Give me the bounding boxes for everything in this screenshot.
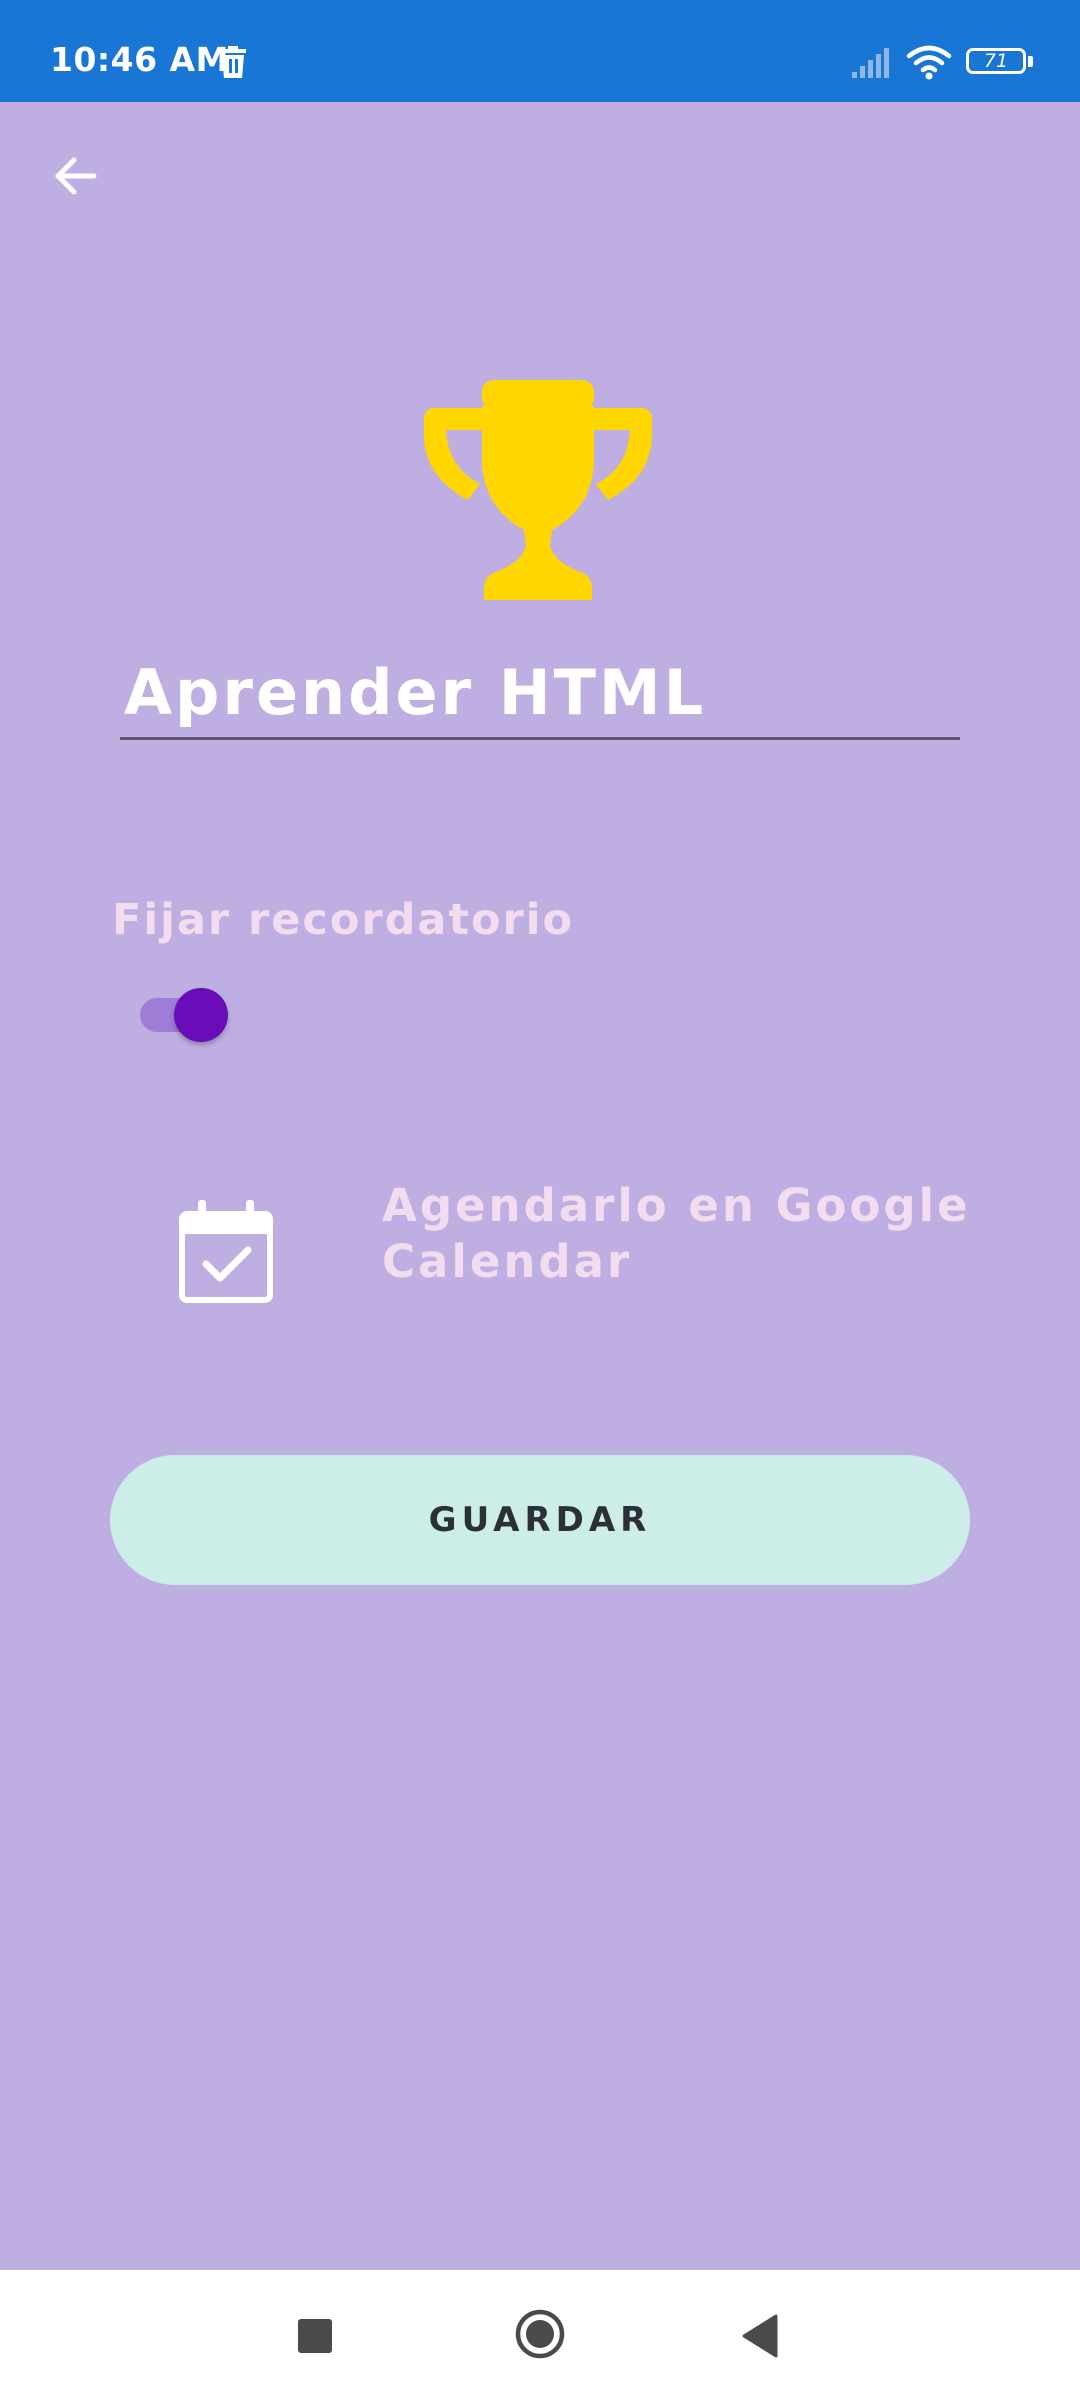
wifi-icon (906, 45, 952, 80)
status-time: 10:46 AM (50, 40, 229, 79)
trash-icon (220, 46, 246, 78)
navigation-bar (0, 2270, 1080, 2400)
back-icon[interactable] (740, 2314, 780, 2358)
google-calendar-link[interactable]: Agendarlo en Google Calendar (382, 1178, 982, 1290)
calendar-check-icon[interactable] (178, 1200, 274, 1304)
reminder-label: Fijar recordatorio (112, 895, 575, 945)
battery-tip (1028, 56, 1033, 67)
trophy-icon (424, 380, 652, 600)
back-button[interactable] (40, 140, 112, 212)
goal-title-field[interactable]: Aprender HTML (120, 650, 960, 740)
toggle-thumb (174, 988, 228, 1042)
goal-title-text: Aprender HTML (124, 656, 707, 729)
arrow-left-icon (55, 157, 97, 195)
save-button[interactable]: GUARDAR (110, 1455, 970, 1585)
home-icon[interactable] (514, 2308, 566, 2360)
recents-icon[interactable] (298, 2319, 332, 2353)
battery-level: 71 (983, 50, 1009, 72)
reminder-toggle[interactable] (138, 984, 234, 1046)
status-bar: 10:46 AM 71 (0, 0, 1080, 102)
battery-icon: 71 (966, 48, 1036, 78)
signal-icon (852, 48, 889, 78)
